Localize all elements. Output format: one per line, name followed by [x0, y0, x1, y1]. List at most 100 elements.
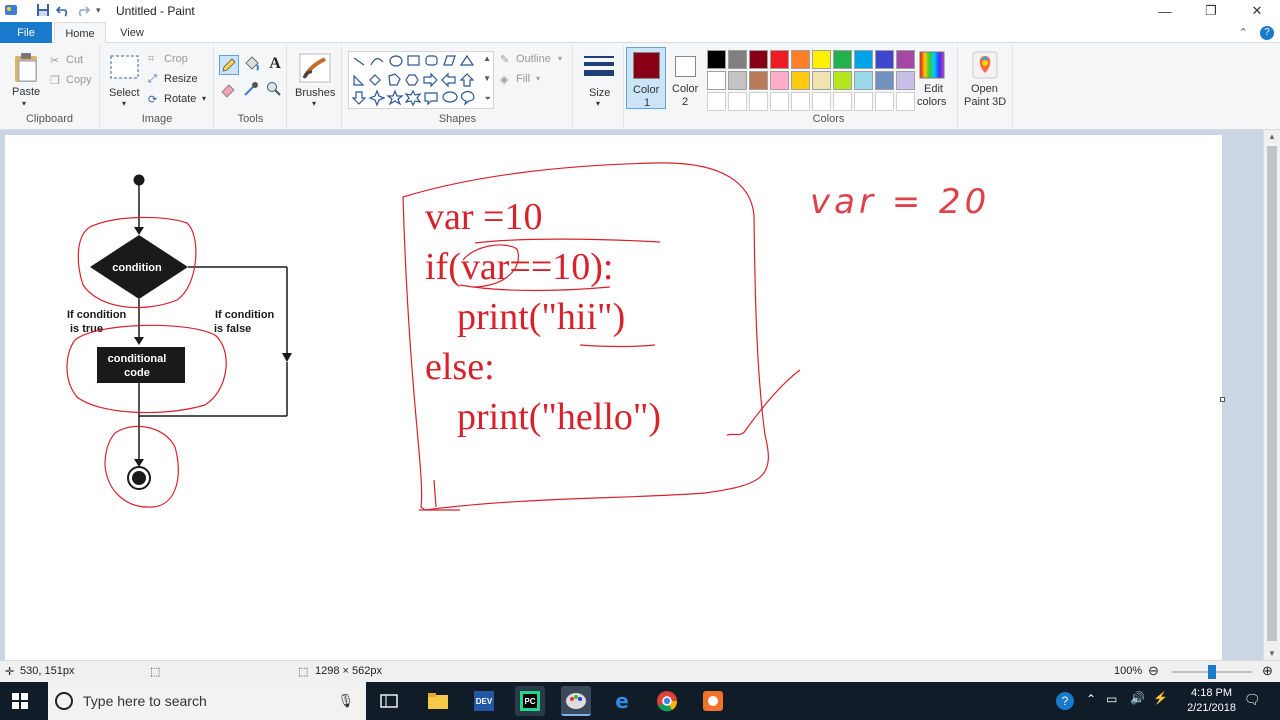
scissors-icon: ✂	[50, 55, 60, 67]
action-center-icon[interactable]: 🗨	[1244, 692, 1261, 708]
taskbar-pycharm[interactable]: PC	[515, 686, 545, 716]
scroll-up-icon[interactable]: ▲	[1268, 132, 1276, 141]
outline-button[interactable]: ✎ Outline ▾	[500, 52, 570, 68]
fill-label: Fill	[516, 73, 531, 85]
color-picker-tool[interactable]	[242, 80, 262, 100]
network-icon[interactable]: ⚡	[1153, 691, 1168, 705]
tab-file[interactable]: File	[0, 22, 52, 43]
redo-icon[interactable]	[76, 3, 91, 17]
tab-home[interactable]: Home	[54, 22, 106, 44]
quick-access-toolbar: ▾	[4, 3, 101, 17]
colors-group: Colors	[700, 45, 958, 128]
size-button[interactable]: Size ▾	[579, 49, 619, 108]
vertical-scroll-thumb[interactable]	[1267, 146, 1277, 641]
select-icon	[110, 55, 139, 79]
clock-time: 4:18 PM	[1191, 687, 1233, 699]
zoom-slider-thumb[interactable]	[1208, 665, 1216, 679]
brushes-label: Brushes	[295, 87, 336, 99]
customize-qat-icon[interactable]: ▾	[96, 5, 101, 16]
taskbar-recorder[interactable]	[698, 686, 728, 716]
ribbon: Paste ▾ ✂ Cut ❐ Copy Clipboard Select ▾ …	[0, 43, 1280, 130]
volume-icon[interactable]: 🔊	[1130, 691, 1145, 705]
flowchart-true-label-1: If condition	[67, 309, 127, 321]
paste-button[interactable]: Paste ▾	[6, 49, 46, 108]
fill-icon: ◈	[500, 74, 509, 86]
pencil-icon	[222, 58, 236, 72]
color2-label: Color	[672, 83, 699, 95]
maximize-button[interactable]: ❐	[1188, 0, 1234, 22]
vertical-scrollbar[interactable]: ▲ ▼	[1263, 130, 1280, 660]
crop-button[interactable]: ⌗ Crop	[148, 52, 210, 68]
taskbar: Type here to search 🎙 DEV PC e ? ⌃ ▭ 🔊 ⚡…	[0, 682, 1280, 720]
minimize-button[interactable]: —	[1142, 0, 1188, 22]
shapes-scroll-up-icon[interactable]: ▲	[483, 54, 491, 63]
show-hidden-icons[interactable]: ⌃	[1086, 692, 1096, 706]
canvas-resize-handle[interactable]	[1220, 397, 1225, 402]
fill-button[interactable]: ◈ Fill ▾	[500, 72, 570, 88]
svg-text:DEV: DEV	[476, 697, 493, 706]
eyedropper-icon	[244, 82, 258, 96]
zoom-slider[interactable]	[1172, 665, 1252, 679]
taskbar-devcpp[interactable]: DEV	[469, 686, 499, 716]
select-button[interactable]: Select ▾	[105, 49, 145, 108]
taskbar-clock[interactable]: 4:18 PM 2/21/2018	[1187, 686, 1236, 716]
text-tool[interactable]: A	[265, 55, 285, 75]
brushes-button[interactable]: Brushes ▾	[292, 49, 338, 108]
flowchart-condition-text: condition	[112, 262, 162, 274]
undo-icon[interactable]	[55, 3, 70, 17]
taskbar-edge[interactable]: e	[607, 686, 637, 716]
close-button[interactable]: ✕	[1234, 0, 1280, 22]
help-icon[interactable]: ?	[1260, 26, 1274, 40]
start-button[interactable]	[12, 693, 28, 709]
taskbar-search[interactable]: Type here to search 🎙	[48, 682, 366, 720]
open-paint3d-button[interactable]: Open Paint 3D	[960, 47, 1010, 109]
fill-tool[interactable]	[242, 55, 262, 75]
paint-window: ▾ Untitled - Paint — ❐ ✕ File Home View …	[0, 0, 1280, 720]
size-group: Size ▾	[574, 45, 624, 128]
shapes-gallery-icons	[351, 54, 475, 107]
taskbar-paint[interactable]	[561, 686, 591, 716]
scroll-down-icon[interactable]: ▼	[1268, 649, 1276, 658]
taskbar-file-explorer[interactable]	[423, 686, 453, 716]
color2-button[interactable]: Color 2	[668, 47, 704, 109]
eraser-tool[interactable]	[219, 80, 239, 100]
pencil-tool[interactable]	[219, 55, 239, 75]
task-view-button[interactable]	[380, 693, 398, 709]
rotate-button[interactable]: ⟳ Rotate ▾	[148, 92, 210, 108]
drawing-canvas[interactable]: condition If condition is true If condit…	[5, 135, 1225, 660]
canvas-size: 1298 × 562px	[315, 665, 382, 677]
clock-date: 2/21/2018	[1187, 702, 1236, 714]
tab-view[interactable]: View	[110, 22, 154, 44]
people-help-icon[interactable]: ?	[1056, 692, 1074, 710]
zoom-in-icon[interactable]: ⊕	[1262, 663, 1273, 679]
color2-swatch	[675, 56, 696, 77]
color1-label: Color	[633, 84, 660, 96]
cut-button[interactable]: ✂ Cut	[50, 53, 96, 69]
save-icon[interactable]	[36, 3, 50, 17]
taskbar-chrome[interactable]	[652, 686, 682, 716]
devcpp-icon: DEV	[474, 691, 494, 711]
canvas-drawing: condition If condition is true If condit…	[66, 162, 986, 511]
rotate-dropdown-icon: ▾	[202, 94, 207, 103]
color1-button[interactable]: Color 1	[626, 47, 666, 109]
zoom-out-icon[interactable]: ⊖	[1148, 663, 1159, 679]
code-line-5: print("hello")	[457, 396, 661, 438]
edge-icon: e	[615, 689, 629, 713]
flowchart-false-label-1: If condition	[215, 309, 275, 321]
shapes-expand-icon[interactable]: ⏷	[485, 94, 491, 104]
resize-button[interactable]: ⤢ Resize	[148, 72, 210, 88]
collapse-ribbon-icon[interactable]: ⌃	[1239, 26, 1248, 40]
select-dropdown-icon: ▾	[122, 99, 127, 108]
rotate-label: Rotate	[164, 93, 197, 105]
shapes-gallery[interactable]: ▲ ▼ ⏷	[348, 51, 494, 109]
microphone-icon[interactable]: 🎙	[337, 693, 354, 709]
magnifier-tool[interactable]	[265, 80, 285, 100]
zoom-level: 100%	[1114, 665, 1143, 677]
task-view-icon	[380, 694, 398, 708]
shapes-scroll-down-icon[interactable]: ▼	[483, 74, 491, 83]
status-bar: ✛ 530, 151px ⬚ ⬚ 1298 × 562px 100% ⊖ ⊕	[0, 660, 1280, 682]
cursor-position: 530, 151px	[20, 665, 75, 677]
copy-button[interactable]: ❐ Copy	[50, 73, 96, 89]
shapes-group-label: Shapes	[438, 113, 477, 125]
battery-icon[interactable]: ▭	[1106, 692, 1117, 706]
